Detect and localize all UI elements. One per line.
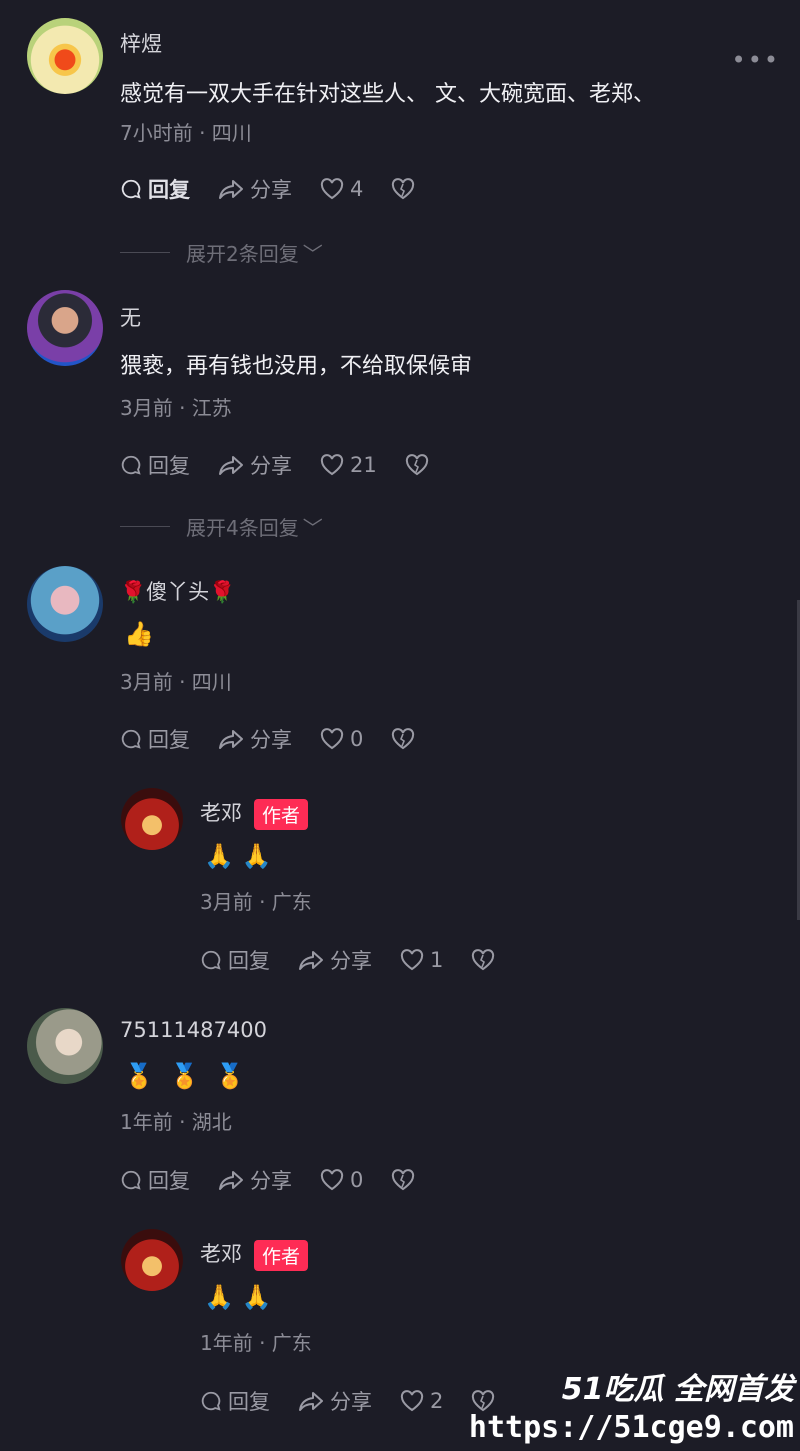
reply-icon — [121, 455, 141, 475]
like-button[interactable]: 21 — [320, 453, 377, 477]
avatar[interactable] — [27, 18, 103, 94]
like-button[interactable]: 0 — [320, 727, 363, 751]
reply-button[interactable]: 回复 — [120, 1165, 190, 1195]
reply-icon — [121, 179, 141, 199]
more-options-icon[interactable]: ••• — [732, 46, 780, 74]
comment-actions: 回复 分享 0 — [120, 1165, 449, 1195]
share-icon — [219, 730, 243, 749]
avatar[interactable] — [27, 566, 103, 642]
watermark: 51吃瓜 全网首发 https://51cge9.com — [469, 1364, 794, 1445]
reply-icon — [201, 950, 221, 970]
comment-actions: 回复 分享 4 — [120, 174, 449, 204]
chevron-down-icon: ﹀ — [302, 242, 323, 266]
watermark-brand: 51吃瓜 全网首发 — [561, 1372, 794, 1407]
share-button[interactable]: 分享 — [218, 174, 292, 204]
share-button[interactable]: 分享 — [218, 1165, 292, 1195]
share-button[interactable]: 分享 — [218, 724, 292, 754]
comment-author[interactable]: 梓煜 — [120, 28, 162, 58]
chevron-down-icon: ﹀ — [302, 516, 323, 540]
like-button[interactable]: 0 — [320, 1168, 363, 1192]
author-badge: 作者 — [254, 1239, 309, 1271]
expand-replies-button[interactable]: 展开2条回复 ﹀ — [120, 238, 323, 267]
share-icon — [299, 1392, 323, 1411]
comment-text: 🙏 🙏 — [204, 1283, 272, 1311]
broken-heart-icon — [472, 949, 495, 971]
reply-button[interactable]: 回复 — [120, 174, 190, 204]
comment-actions: 回复 分享 1 — [200, 945, 529, 975]
broken-heart-icon — [392, 728, 415, 750]
reply-icon — [121, 1170, 141, 1190]
like-button[interactable]: 2 — [400, 1389, 443, 1413]
share-icon — [219, 1171, 243, 1190]
comment-author[interactable]: 无 — [120, 302, 141, 332]
avatar[interactable] — [121, 1229, 183, 1291]
comment-meta: 7小时前 · 四川 — [120, 121, 252, 145]
share-button[interactable]: 分享 — [298, 945, 372, 975]
avatar[interactable] — [27, 290, 103, 366]
share-icon — [219, 456, 243, 475]
broken-heart-icon — [392, 178, 415, 200]
reply-button[interactable]: 回复 — [120, 450, 190, 480]
share-button[interactable]: 分享 — [298, 1386, 372, 1416]
reply-icon — [121, 729, 141, 749]
comment-meta: 1年前 · 广东 — [200, 1331, 312, 1355]
comment-text: 猥亵，再有钱也没用，不给取保候审 — [120, 354, 473, 379]
comment-author[interactable]: 75111487400 — [120, 1018, 267, 1042]
heart-icon — [320, 728, 344, 750]
rose-icon: 🌹 — [209, 580, 236, 604]
heart-icon — [320, 178, 344, 200]
comment-text: 感觉有一双大手在针对这些人、 文、大碗宽面、老郑、 — [120, 82, 655, 107]
dislike-button[interactable] — [391, 1169, 421, 1191]
avatar[interactable] — [121, 788, 183, 850]
comment-text: 🏅 🏅 🏅 — [124, 1062, 249, 1090]
reply-button[interactable]: 回复 — [200, 1386, 270, 1416]
reply-button[interactable]: 回复 — [120, 724, 190, 754]
broken-heart-icon — [392, 1169, 415, 1191]
dislike-button[interactable] — [405, 454, 435, 476]
share-icon — [299, 951, 323, 970]
comment-author[interactable]: 🌹傻丫头🌹 — [120, 576, 235, 606]
comment-actions: 回复 分享 0 — [120, 724, 449, 754]
comment-meta: 3月前 · 江苏 — [120, 396, 232, 420]
heart-icon — [320, 1169, 344, 1191]
heart-icon — [400, 949, 424, 971]
reply-icon — [201, 1391, 221, 1411]
heart-icon — [400, 1390, 424, 1412]
comment-text: 👍 — [124, 620, 154, 648]
heart-icon — [320, 454, 344, 476]
share-icon — [219, 180, 243, 199]
comment-meta: 1年前 · 湖北 — [120, 1110, 232, 1134]
comment-meta: 3月前 · 广东 — [200, 890, 312, 914]
share-button[interactable]: 分享 — [218, 450, 292, 480]
like-button[interactable]: 1 — [400, 948, 443, 972]
avatar[interactable] — [27, 1008, 103, 1084]
comment-author[interactable]: 老邓 作者 — [200, 1238, 309, 1271]
reply-button[interactable]: 回复 — [200, 945, 270, 975]
broken-heart-icon — [405, 454, 428, 476]
dislike-button[interactable] — [391, 728, 421, 750]
watermark-url: https://51cge9.com — [468, 1410, 794, 1445]
rose-icon: 🌹 — [120, 580, 147, 604]
expand-replies-button[interactable]: 展开4条回复 ﹀ — [120, 512, 323, 541]
dislike-button[interactable] — [391, 178, 421, 200]
comment-text: 🙏 🙏 — [204, 842, 272, 870]
dislike-button[interactable] — [471, 949, 501, 971]
comment-actions: 回复 分享 21 — [120, 450, 463, 480]
comment-meta: 3月前 · 四川 — [120, 670, 232, 694]
like-button[interactable]: 4 — [320, 177, 363, 201]
comment-author[interactable]: 老邓 作者 — [200, 797, 309, 830]
author-badge: 作者 — [254, 798, 309, 830]
